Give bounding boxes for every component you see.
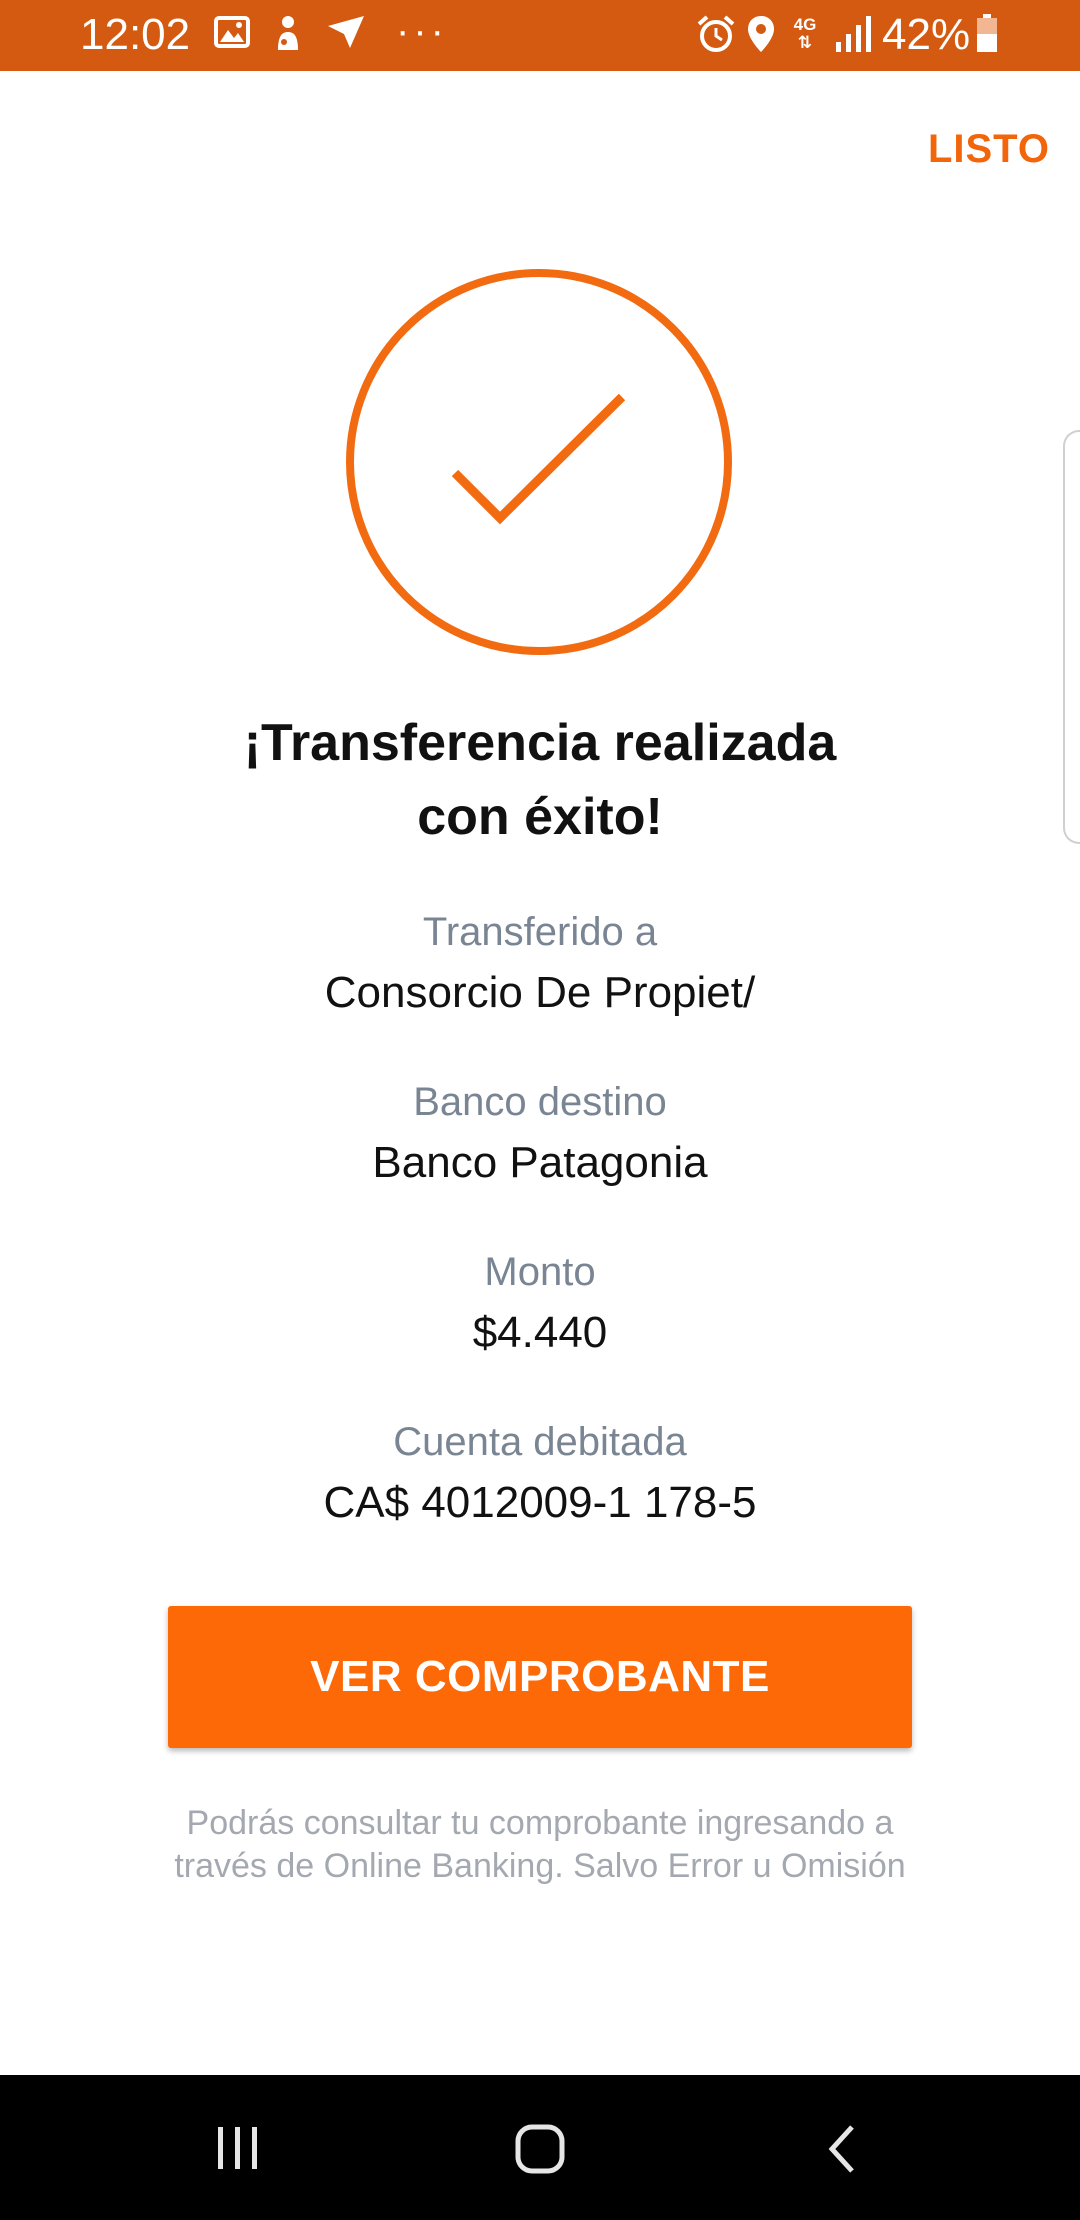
image-icon — [214, 14, 250, 55]
status-bar: 12:02 ··· 4G ⇅ 42% — [0, 0, 1080, 71]
detail-recipient: Transferido a Consorcio De Propiet/ — [0, 904, 1080, 1024]
detail-amount: Monto $4.440 — [0, 1244, 1080, 1364]
title-line-1: ¡Transferencia realizada — [243, 714, 837, 772]
detail-account: Cuenta debitada CA$ 4012009-1 178-5 — [0, 1414, 1080, 1534]
network-type: 4G ⇅ — [793, 15, 817, 52]
amount-value: $4.440 — [472, 1308, 608, 1357]
back-button[interactable] — [772, 2075, 912, 2220]
signal-icon — [836, 14, 872, 57]
recent-apps-icon — [218, 2127, 257, 2169]
recent-apps-button[interactable] — [168, 2075, 308, 2220]
home-button[interactable] — [470, 2075, 610, 2220]
person-icon — [270, 14, 306, 59]
title-line-2: con éxito! — [417, 788, 663, 846]
status-time: 12:02 — [80, 10, 191, 59]
back-icon — [828, 2125, 854, 2173]
battery-percent: 42% — [882, 10, 971, 59]
disclaimer-text: Podrás consultar tu comprobante ingresan… — [174, 1804, 906, 1885]
send-icon — [326, 14, 366, 55]
home-icon — [515, 2124, 565, 2174]
done-button[interactable]: LISTO — [928, 124, 1050, 174]
page-title: ¡Transferencia realizada con éxito! — [0, 706, 1080, 854]
check-circle-icon — [345, 268, 733, 656]
detail-bank: Banco destino Banco Patagonia — [0, 1074, 1080, 1194]
battery-icon — [976, 14, 998, 59]
navigation-bar — [0, 2075, 1080, 2220]
recipient-value: Consorcio De Propiet/ — [324, 968, 756, 1017]
alarm-icon — [696, 14, 736, 59]
location-icon — [746, 14, 776, 59]
recipient-label: Transferido a — [422, 910, 658, 954]
account-value: CA$ 4012009-1 178-5 — [323, 1478, 757, 1527]
more-notifications-icon: ··· — [396, 9, 448, 53]
view-receipt-button[interactable]: VER COMPROBANTE — [168, 1606, 912, 1748]
account-label: Cuenta debitada — [393, 1420, 687, 1464]
bank-label: Banco destino — [413, 1080, 667, 1124]
amount-label: Monto — [484, 1250, 596, 1294]
bank-value: Banco Patagonia — [372, 1138, 708, 1187]
